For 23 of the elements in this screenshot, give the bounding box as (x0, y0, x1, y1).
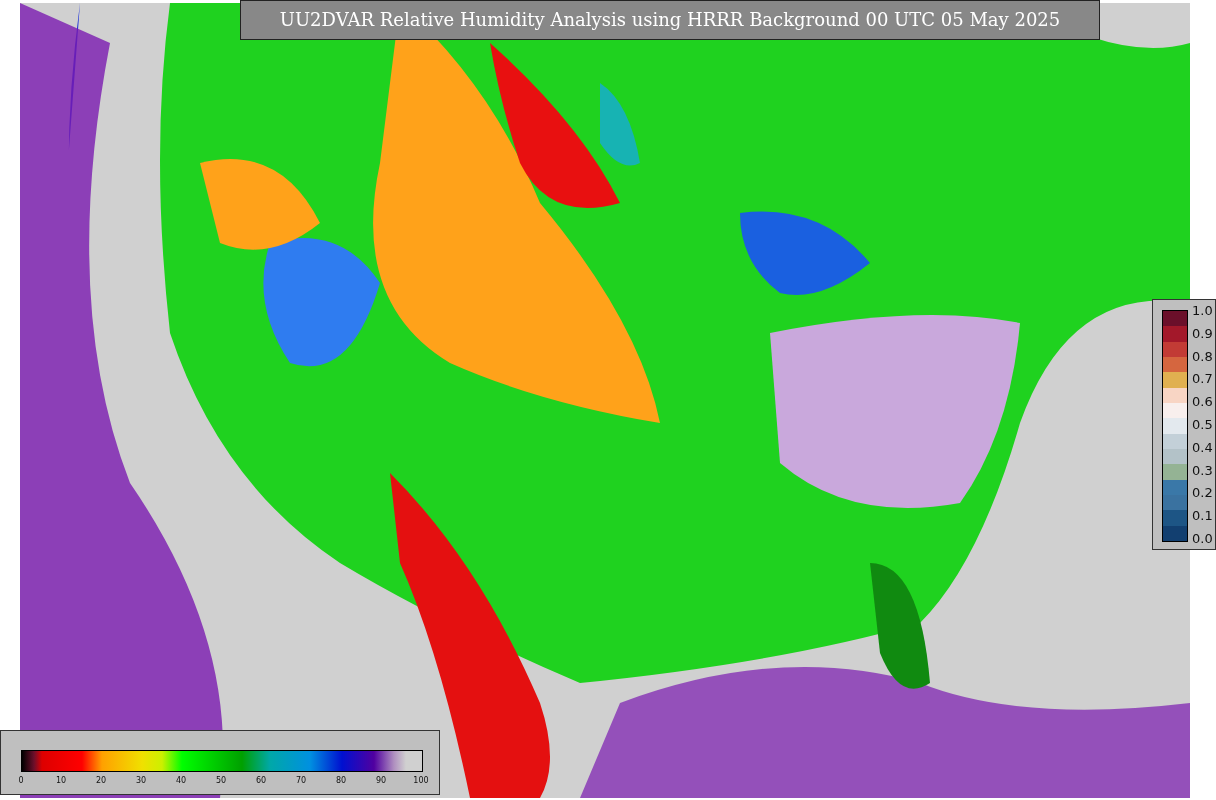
colorbar-tick-label: 0.3 (1192, 463, 1213, 478)
colorbar-tick-label: 0.2 (1192, 486, 1213, 501)
colorbar-tick-label: 0 (17, 776, 25, 785)
colorbar-tick-label: 40 (174, 776, 188, 785)
colorbar-tick-label: 70 (294, 776, 308, 785)
colorbar-tick-label: 20 (94, 776, 108, 785)
colorbar-tick-label: 0.8 (1192, 349, 1213, 364)
colorbar-tick-label: 60 (254, 776, 268, 785)
colorbar-tick-label: 0.7 (1192, 372, 1213, 387)
colorbar-tick-label: 10 (54, 776, 68, 785)
colorbar-tick-label: 90 (374, 776, 388, 785)
colorbar-tick-label: 100 (412, 776, 430, 785)
colorbar-tick-label: 80 (334, 776, 348, 785)
colorbar-tick-label: 50 (214, 776, 228, 785)
colorbar-tick-label: 0.6 (1192, 395, 1213, 410)
colorbar-tick-label: 0.4 (1192, 440, 1213, 455)
colorbar-tick-label: 0.1 (1192, 509, 1213, 524)
colorbar-tick-label: 1.0 (1192, 304, 1213, 318)
colorbar-tick-label: 0.9 (1192, 326, 1213, 341)
colorbar-tick-label: 0.0 (1192, 531, 1213, 546)
colorbar-tick-label: 0.5 (1192, 418, 1213, 432)
map-title: UU2DVAR Relative Humidity Analysis using HRRR Background 00 UTC 05 May 2025 (240, 0, 1100, 40)
colorbar-tick-label: 30 (134, 776, 148, 785)
